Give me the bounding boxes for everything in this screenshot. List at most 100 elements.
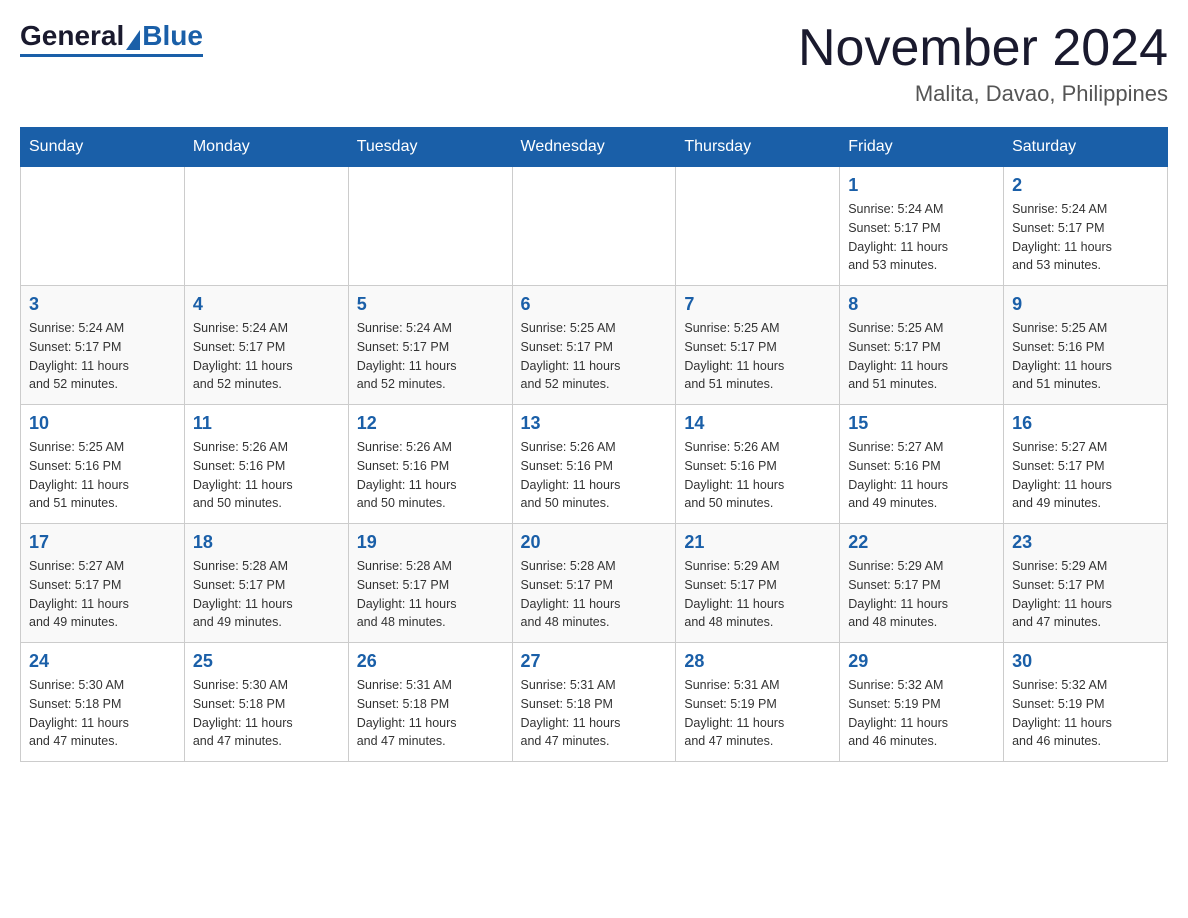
calendar-day-cell: 10 Sunrise: 5:25 AM Sunset: 5:16 PM Dayli… xyxy=(21,405,185,524)
day-number: 16 xyxy=(1012,413,1159,434)
day-number: 17 xyxy=(29,532,176,553)
day-number: 28 xyxy=(684,651,831,672)
calendar-header-row: Sunday Monday Tuesday Wednesday Thursday… xyxy=(21,128,1168,167)
day-number: 11 xyxy=(193,413,340,434)
day-number: 23 xyxy=(1012,532,1159,553)
day-info: Sunrise: 5:28 AM Sunset: 5:17 PM Dayligh… xyxy=(357,557,504,632)
day-info: Sunrise: 5:25 AM Sunset: 5:16 PM Dayligh… xyxy=(29,438,176,513)
day-info: Sunrise: 5:31 AM Sunset: 5:19 PM Dayligh… xyxy=(684,676,831,751)
calendar-day-cell: 13 Sunrise: 5:26 AM Sunset: 5:16 PM Dayli… xyxy=(512,405,676,524)
day-info: Sunrise: 5:25 AM Sunset: 5:17 PM Dayligh… xyxy=(684,319,831,394)
header-friday: Friday xyxy=(840,128,1004,167)
day-number: 13 xyxy=(521,413,668,434)
calendar-day-cell: 2 Sunrise: 5:24 AM Sunset: 5:17 PM Daylig… xyxy=(1004,167,1168,286)
day-info: Sunrise: 5:30 AM Sunset: 5:18 PM Dayligh… xyxy=(29,676,176,751)
header-wednesday: Wednesday xyxy=(512,128,676,167)
header-thursday: Thursday xyxy=(676,128,840,167)
day-number: 20 xyxy=(521,532,668,553)
calendar-day-cell: 5Sunrise: 5:24 AM Sunset: 5:17 PM Daylig… xyxy=(348,286,512,405)
day-info: Sunrise: 5:32 AM Sunset: 5:19 PM Dayligh… xyxy=(1012,676,1159,751)
day-number: 15 xyxy=(848,413,995,434)
logo-blue-text: Blue xyxy=(142,20,203,52)
calendar-day-cell: 3 Sunrise: 5:24 AM Sunset: 5:17 PM Daylig… xyxy=(21,286,185,405)
calendar-day-cell xyxy=(184,167,348,286)
calendar-day-cell: 22 Sunrise: 5:29 AM Sunset: 5:17 PM Dayli… xyxy=(840,524,1004,643)
calendar-day-cell xyxy=(676,167,840,286)
day-info: Sunrise: 5:27 AM Sunset: 5:16 PM Dayligh… xyxy=(848,438,995,513)
day-number: 19 xyxy=(357,532,504,553)
day-info: Sunrise: 5:24 AM Sunset: 5:17 PM Dayligh… xyxy=(1012,200,1159,275)
calendar-day-cell: 26 Sunrise: 5:31 AM Sunset: 5:18 PM Dayli… xyxy=(348,643,512,762)
day-info: Sunrise: 5:27 AM Sunset: 5:17 PM Dayligh… xyxy=(1012,438,1159,513)
day-info: Sunrise: 5:29 AM Sunset: 5:17 PM Dayligh… xyxy=(848,557,995,632)
day-number: 8 xyxy=(848,294,995,315)
logo-triangle-icon xyxy=(126,30,140,50)
calendar-day-cell: 16 Sunrise: 5:27 AM Sunset: 5:17 PM Dayli… xyxy=(1004,405,1168,524)
calendar-day-cell: 19 Sunrise: 5:28 AM Sunset: 5:17 PM Dayli… xyxy=(348,524,512,643)
day-number: 12 xyxy=(357,413,504,434)
day-number: 27 xyxy=(521,651,668,672)
day-number: 22 xyxy=(848,532,995,553)
calendar-day-cell: 17 Sunrise: 5:27 AM Sunset: 5:17 PM Dayli… xyxy=(21,524,185,643)
calendar-day-cell: 27Sunrise: 5:31 AM Sunset: 5:18 PM Dayli… xyxy=(512,643,676,762)
day-number: 24 xyxy=(29,651,176,672)
day-info: Sunrise: 5:25 AM Sunset: 5:16 PM Dayligh… xyxy=(1012,319,1159,394)
calendar-day-cell: 23 Sunrise: 5:29 AM Sunset: 5:17 PM Dayli… xyxy=(1004,524,1168,643)
day-info: Sunrise: 5:24 AM Sunset: 5:17 PM Dayligh… xyxy=(29,319,176,394)
day-info: Sunrise: 5:24 AM Sunset: 5:17 PM Dayligh… xyxy=(848,200,995,275)
calendar-day-cell: 24 Sunrise: 5:30 AM Sunset: 5:18 PM Dayli… xyxy=(21,643,185,762)
day-number: 6 xyxy=(521,294,668,315)
day-info: Sunrise: 5:32 AM Sunset: 5:19 PM Dayligh… xyxy=(848,676,995,751)
page-header: General Blue November 2024 Malita, Davao… xyxy=(20,20,1168,107)
calendar-day-cell: 20 Sunrise: 5:28 AM Sunset: 5:17 PM Dayli… xyxy=(512,524,676,643)
calendar-day-cell: 6 Sunrise: 5:25 AM Sunset: 5:17 PM Daylig… xyxy=(512,286,676,405)
logo-underline xyxy=(20,54,203,57)
calendar-day-cell: 11 Sunrise: 5:26 AM Sunset: 5:16 PM Dayli… xyxy=(184,405,348,524)
calendar-table: Sunday Monday Tuesday Wednesday Thursday… xyxy=(20,127,1168,762)
day-info: Sunrise: 5:26 AM Sunset: 5:16 PM Dayligh… xyxy=(684,438,831,513)
day-info: Sunrise: 5:28 AM Sunset: 5:17 PM Dayligh… xyxy=(193,557,340,632)
day-info: Sunrise: 5:29 AM Sunset: 5:17 PM Dayligh… xyxy=(684,557,831,632)
calendar-day-cell: 18 Sunrise: 5:28 AM Sunset: 5:17 PM Dayli… xyxy=(184,524,348,643)
day-info: Sunrise: 5:27 AM Sunset: 5:17 PM Dayligh… xyxy=(29,557,176,632)
title-section: November 2024 Malita, Davao, Philippines xyxy=(798,20,1168,107)
calendar-week-row: 17 Sunrise: 5:27 AM Sunset: 5:17 PM Dayli… xyxy=(21,524,1168,643)
day-info: Sunrise: 5:29 AM Sunset: 5:17 PM Dayligh… xyxy=(1012,557,1159,632)
day-info: Sunrise: 5:26 AM Sunset: 5:16 PM Dayligh… xyxy=(357,438,504,513)
day-number: 9 xyxy=(1012,294,1159,315)
calendar-day-cell: 28 Sunrise: 5:31 AM Sunset: 5:19 PM Dayli… xyxy=(676,643,840,762)
calendar-day-cell: 9 Sunrise: 5:25 AM Sunset: 5:16 PM Daylig… xyxy=(1004,286,1168,405)
day-number: 3 xyxy=(29,294,176,315)
calendar-day-cell: 21Sunrise: 5:29 AM Sunset: 5:17 PM Dayli… xyxy=(676,524,840,643)
day-number: 1 xyxy=(848,175,995,196)
day-number: 5 xyxy=(357,294,504,315)
day-info: Sunrise: 5:28 AM Sunset: 5:17 PM Dayligh… xyxy=(521,557,668,632)
calendar-day-cell: 30 Sunrise: 5:32 AM Sunset: 5:19 PM Dayli… xyxy=(1004,643,1168,762)
day-number: 14 xyxy=(684,413,831,434)
location-title: Malita, Davao, Philippines xyxy=(798,81,1168,107)
day-info: Sunrise: 5:25 AM Sunset: 5:17 PM Dayligh… xyxy=(848,319,995,394)
header-tuesday: Tuesday xyxy=(348,128,512,167)
day-info: Sunrise: 5:26 AM Sunset: 5:16 PM Dayligh… xyxy=(193,438,340,513)
calendar-day-cell xyxy=(21,167,185,286)
day-info: Sunrise: 5:26 AM Sunset: 5:16 PM Dayligh… xyxy=(521,438,668,513)
day-number: 2 xyxy=(1012,175,1159,196)
calendar-day-cell: 8 Sunrise: 5:25 AM Sunset: 5:17 PM Daylig… xyxy=(840,286,1004,405)
calendar-day-cell: 25 Sunrise: 5:30 AM Sunset: 5:18 PM Dayli… xyxy=(184,643,348,762)
calendar-day-cell: 12 Sunrise: 5:26 AM Sunset: 5:16 PM Dayli… xyxy=(348,405,512,524)
header-saturday: Saturday xyxy=(1004,128,1168,167)
header-sunday: Sunday xyxy=(21,128,185,167)
month-title: November 2024 xyxy=(798,20,1168,77)
day-number: 10 xyxy=(29,413,176,434)
day-info: Sunrise: 5:30 AM Sunset: 5:18 PM Dayligh… xyxy=(193,676,340,751)
day-info: Sunrise: 5:25 AM Sunset: 5:17 PM Dayligh… xyxy=(521,319,668,394)
day-number: 29 xyxy=(848,651,995,672)
day-number: 18 xyxy=(193,532,340,553)
day-number: 25 xyxy=(193,651,340,672)
day-number: 30 xyxy=(1012,651,1159,672)
calendar-week-row: 10 Sunrise: 5:25 AM Sunset: 5:16 PM Dayli… xyxy=(21,405,1168,524)
logo-general-text: General xyxy=(20,20,124,52)
calendar-day-cell xyxy=(348,167,512,286)
day-number: 26 xyxy=(357,651,504,672)
day-info: Sunrise: 5:31 AM Sunset: 5:18 PM Dayligh… xyxy=(357,676,504,751)
